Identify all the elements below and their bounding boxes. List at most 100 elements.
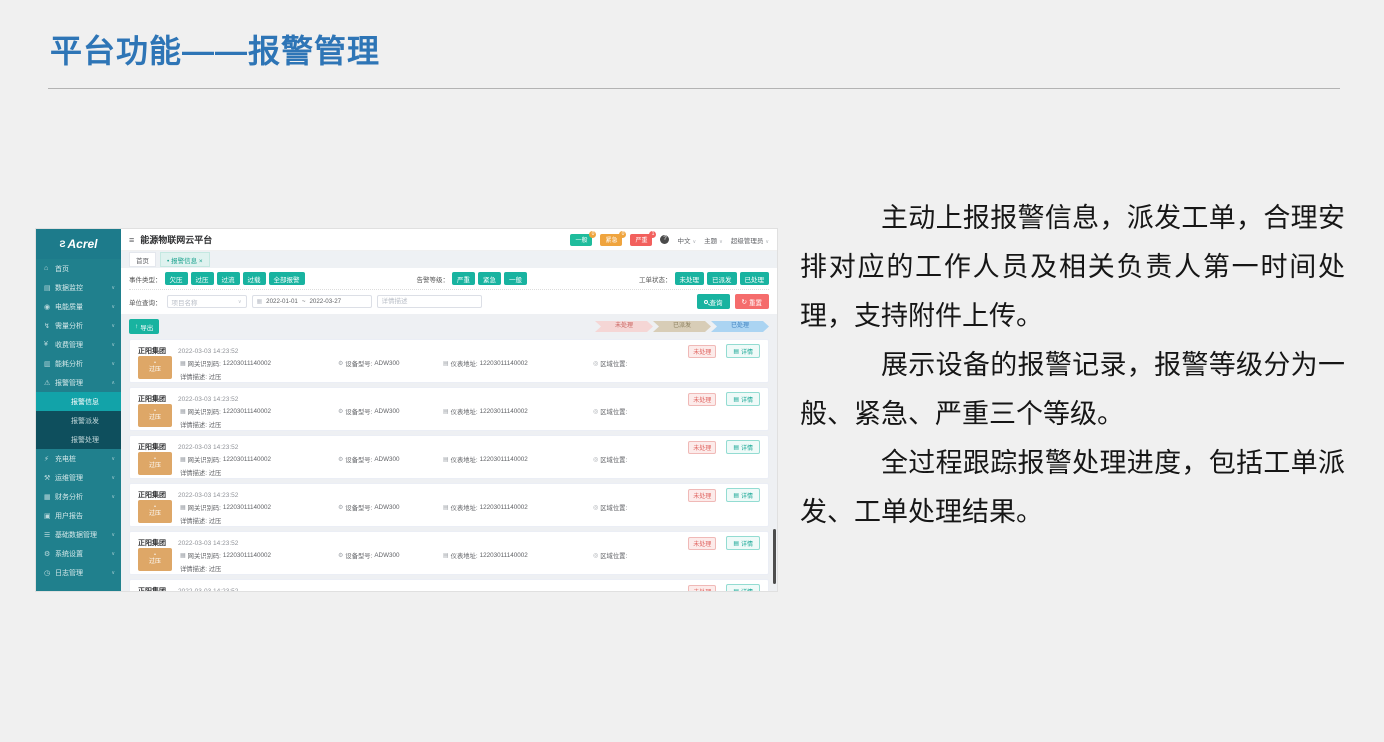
event-type-option-button[interactable]: 过压 [191, 272, 214, 285]
alarm-level-option-button[interactable]: 紧急 [478, 272, 501, 285]
event-type-option-button[interactable]: 过流 [217, 272, 240, 285]
alarm-level-option-button[interactable]: 严重 [452, 272, 475, 285]
detail-button[interactable]: ▤详情 [726, 392, 760, 406]
filter-row-1: 事件类型： 欠压过压过流过载全部报警 告警等级： 严重紧急一般 工单状态： 未处… [129, 272, 769, 290]
title-divider [48, 88, 1340, 89]
sidebar-item-icon: ▤ [44, 284, 55, 292]
sidebar-item[interactable]: ⌂ 首页 [36, 259, 121, 278]
help-icon[interactable]: ? [660, 235, 669, 244]
export-button-label: 导出 [140, 322, 153, 332]
user-dropdown[interactable]: 超级管理员∨ [731, 235, 769, 245]
gateway-icon: ▦ [180, 456, 186, 463]
alarm-level-badge[interactable]: 一般 0 [570, 234, 592, 246]
meter-field: ▤仪表地址:12203011140002 [443, 455, 593, 464]
model-label: 设备型号: [345, 503, 372, 512]
description-paragraph: 全过程跟踪报警处理进度，包括工单派发、工单处理结果。 [800, 439, 1345, 537]
scrollbar-thumb[interactable] [773, 529, 776, 584]
query-button[interactable]: 查询 [697, 294, 730, 309]
area-label: 区域位置: [600, 359, 627, 368]
tab-close-icon[interactable]: × [199, 258, 203, 265]
sidebar-item[interactable]: ¥ 收费管理 ∨ [36, 335, 121, 354]
tab[interactable]: • 报警信息 × [160, 252, 210, 267]
header-right: 一般 0 紧急 0 严重 1 ? [570, 234, 769, 246]
tab[interactable]: 首页 [129, 252, 156, 267]
reset-button[interactable]: ↻重置 [735, 294, 769, 309]
gateway-field: ▦网关识别码:12203011140002 [180, 551, 338, 560]
meter-value: 12203011140002 [480, 408, 528, 415]
alarm-level-badge[interactable]: 严重 1 [630, 234, 652, 246]
order-status-option-button[interactable]: 未处理 [675, 272, 705, 285]
sidebar-item-label: 报警派发 [71, 416, 99, 426]
alarm-table-area: ↑导出 未处理已派发已处理 正阳集团 2022-03-03 14:23:52 未… [121, 314, 777, 591]
detail-button[interactable]: ▤详情 [726, 440, 760, 454]
alarm-type-badge: • 过压 [138, 452, 172, 475]
sidebar-item[interactable]: ▦ 财务分析 ∨ [36, 487, 121, 506]
event-type-option-button[interactable]: 欠压 [165, 272, 188, 285]
alarm-row: 正阳集团 2022-03-03 14:23:52 未处理 ▤详情 • 过压 [129, 579, 769, 591]
event-type-option-button[interactable]: 过载 [243, 272, 266, 285]
detail-button[interactable]: ▤详情 [726, 344, 760, 358]
sidebar-item[interactable]: ⚒ 运维管理 ∨ [36, 468, 121, 487]
gateway-value: 12203011140002 [223, 360, 271, 367]
sidebar-item-icon: ▣ [44, 512, 55, 520]
detail-description-input[interactable] [377, 295, 482, 308]
sidebar-item[interactable]: ☰ 基础数据管理 ∨ [36, 525, 121, 544]
meter-label: 仪表地址: [451, 455, 478, 464]
sidebar-item[interactable]: 报警派发 [36, 411, 121, 430]
date-range-picker[interactable]: ▦ 2022-01-01 ~ 2022-03-27 [252, 295, 372, 308]
model-label: 设备型号: [345, 455, 372, 464]
area-field: ◎区域位置: [593, 359, 629, 368]
description-value: 过压 [209, 374, 222, 381]
order-status-option-button[interactable]: 已处理 [740, 272, 770, 285]
description-paragraph: 展示设备的报警记录，报警等级分为一般、紧急、严重三个等级。 [800, 341, 1345, 439]
sidebar-item[interactable]: ◷ 日志管理 ∨ [36, 563, 121, 582]
meter-icon: ▤ [443, 456, 449, 463]
model-label: 设备型号: [345, 407, 372, 416]
sidebar-item[interactable]: ⚙ 系统设置 ∨ [36, 544, 121, 563]
alarm-level-badge[interactable]: 紧急 0 [600, 234, 622, 246]
sidebar-item[interactable]: ⚡ 充电桩 ∨ [36, 449, 121, 468]
company-name: 正阳集团 [138, 346, 166, 356]
export-button[interactable]: ↑导出 [129, 319, 159, 334]
sidebar: Ƨ Acrel ⌂ 首页 ▤ 数据监控 ∨ ◉ 电能质量 [36, 229, 121, 591]
sidebar-item[interactable]: ▤ 数据监控 ∨ [36, 278, 121, 297]
project-name-select[interactable]: 项目名称 ∨ [167, 295, 247, 308]
sidebar-item[interactable]: ▣ 用户报告 [36, 506, 121, 525]
alarm-level-option-button[interactable]: 一般 [504, 272, 527, 285]
sidebar-item[interactable]: ◉ 电能质量 ∨ [36, 297, 121, 316]
event-type-option-button[interactable]: 全部报警 [269, 272, 305, 285]
language-dropdown[interactable]: 中文∨ [677, 235, 696, 245]
description-label: 详情描述: [180, 566, 207, 573]
area-field: ◎区域位置: [593, 503, 629, 512]
order-status-option-button[interactable]: 已派发 [707, 272, 737, 285]
acrel-logo-text: Acrel [67, 237, 97, 251]
sidebar-item[interactable]: ⚠ 报警管理 ∧ [36, 373, 121, 392]
gateway-value: 12203011140002 [223, 552, 271, 559]
area-field: ◎区域位置: [593, 551, 629, 560]
alarm-type-label: 过压 [149, 463, 161, 471]
status-badge: 未处理 [688, 345, 716, 358]
alarm-row-fields: ▦网关识别码:12203011140002 ⚙设备型号:ADW300 ▤仪表地址… [180, 551, 629, 560]
gateway-field: ▦网关识别码:12203011140002 [180, 503, 338, 512]
theme-dropdown[interactable]: 主题∨ [704, 235, 723, 245]
meter-label: 仪表地址: [451, 551, 478, 560]
reset-button-label: 重置 [749, 297, 762, 307]
detail-button-label: 详情 [741, 539, 753, 548]
detail-button[interactable]: ▤详情 [726, 536, 760, 550]
meter-label: 仪表地址: [451, 359, 478, 368]
area-label: 区域位置: [600, 407, 627, 416]
area-label: 区域位置: [600, 455, 627, 464]
sidebar-item[interactable]: ▥ 能耗分析 ∨ [36, 354, 121, 373]
status-badge: 未处理 [688, 585, 716, 592]
alarm-description: 详情描述: 过压 [180, 564, 221, 573]
sidebar-item[interactable]: ↯ 需量分析 ∨ [36, 316, 121, 335]
detail-button[interactable]: ▤详情 [726, 488, 760, 502]
sidebar-item[interactable]: 报警信息 [36, 392, 121, 411]
reset-icon: ↻ [742, 298, 747, 306]
sidebar-item[interactable]: 报警处理 [36, 430, 121, 449]
detail-button[interactable]: ▤详情 [726, 584, 760, 591]
alarm-type-label: 过压 [149, 367, 161, 375]
company-name: 正阳集团 [138, 490, 166, 500]
hamburger-icon[interactable]: ≡ [129, 235, 134, 245]
sidebar-item-icon: ⚡ [44, 455, 55, 463]
